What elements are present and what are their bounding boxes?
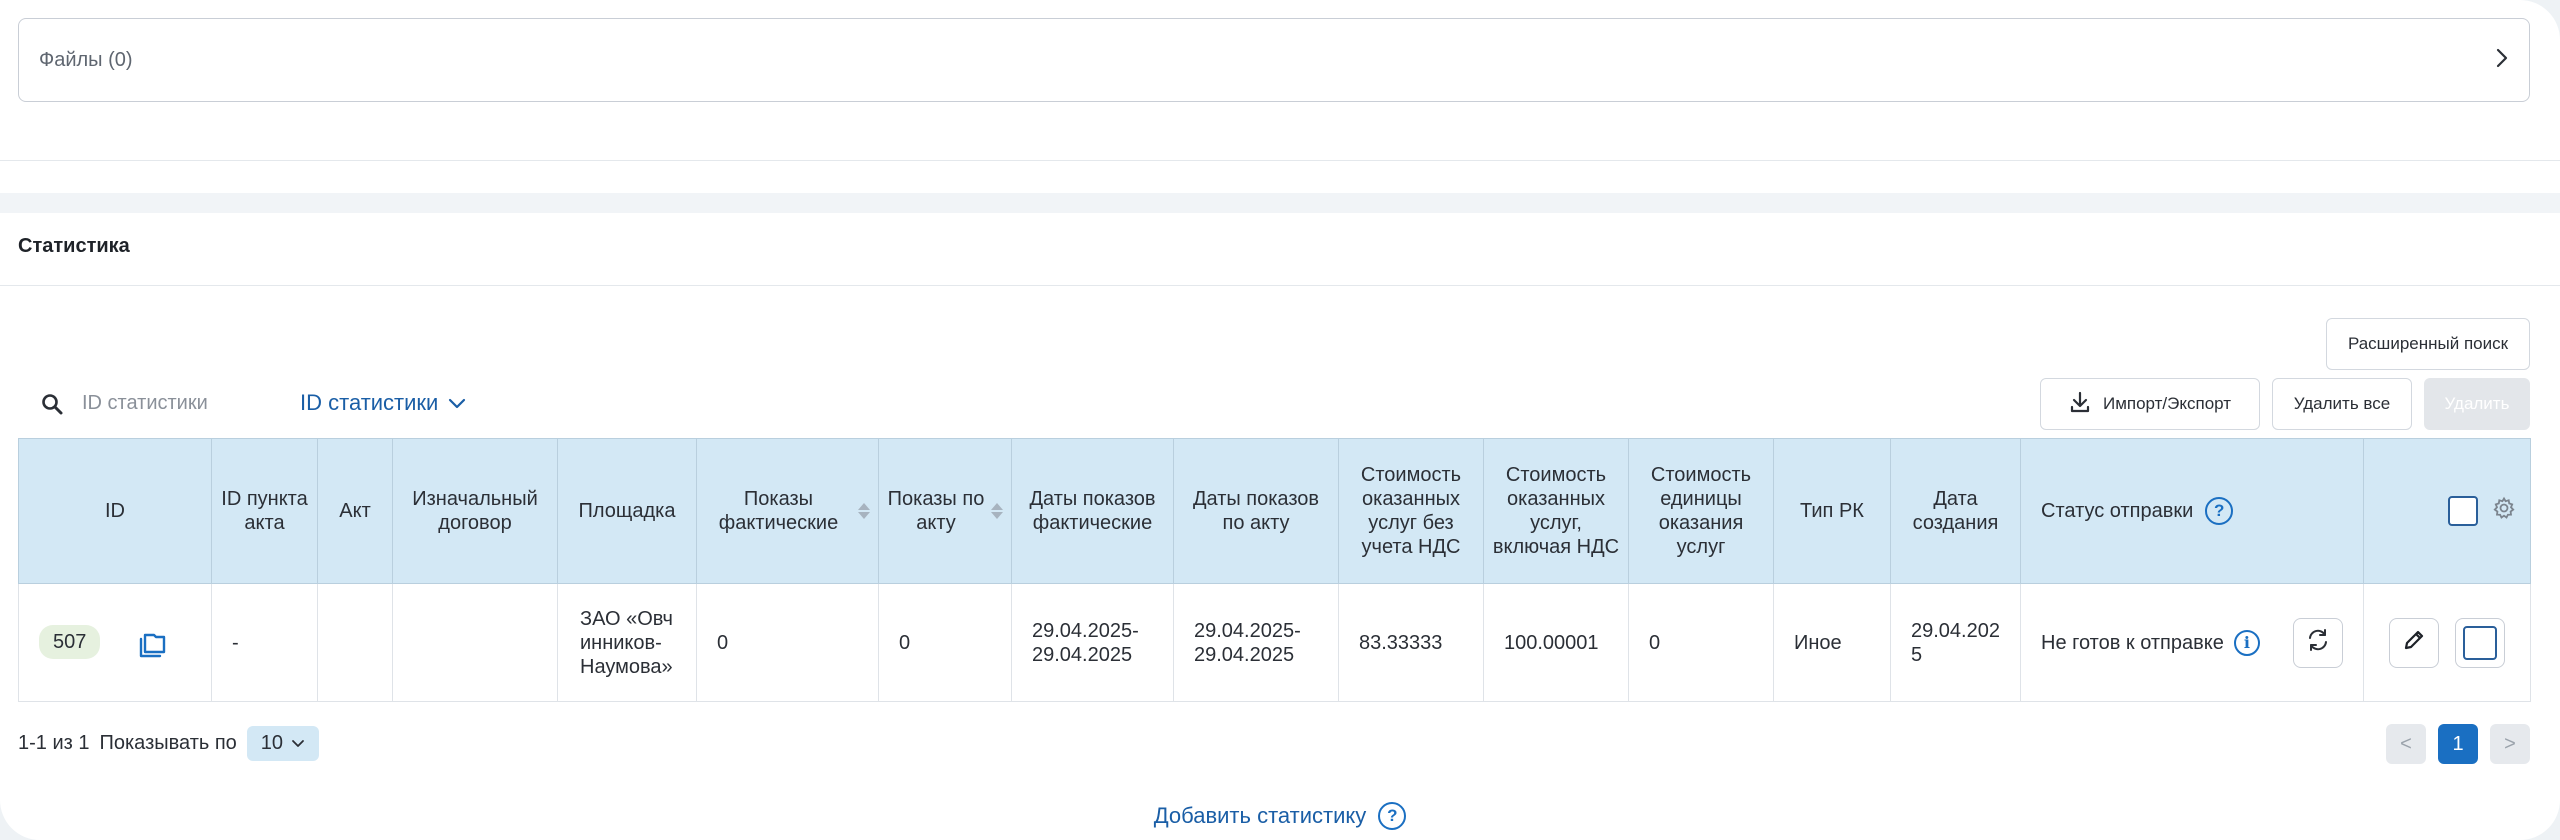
cell-cost-with-vat: 100.00001 — [1483, 583, 1629, 702]
cell-created-date: 29.04.2025 — [1890, 583, 2021, 702]
cell-id: 507 — [18, 583, 212, 702]
column-header-campaign-type[interactable]: Тип РК — [1773, 438, 1891, 584]
page-button[interactable]: 1 — [2438, 724, 2478, 764]
range-text: 1-1 из 1 — [18, 732, 90, 754]
import-export-button[interactable]: Импорт/Экспорт — [2040, 378, 2260, 430]
cell-dates-actual: 29.04.2025-29.04.2025 — [1011, 583, 1174, 702]
cell-original-contract — [392, 583, 558, 702]
id-badge[interactable]: 507 — [39, 625, 101, 660]
help-icon[interactable]: ? — [2205, 497, 2234, 525]
pagination-info: 1-1 из 1 Показывать по 10 — [18, 726, 320, 761]
cell-act-item-id: - — [211, 583, 318, 702]
search-input[interactable] — [82, 386, 282, 420]
advanced-search-button[interactable]: Расширенный поиск — [2326, 318, 2530, 370]
column-header-act[interactable]: Акт — [317, 438, 393, 584]
pagination-controls: < 1 > — [2386, 724, 2530, 764]
search-field-select[interactable]: ID статистики — [300, 386, 466, 420]
help-icon[interactable]: ? — [1378, 802, 1407, 830]
divider — [0, 285, 2560, 286]
column-header-id[interactable]: ID — [18, 438, 212, 584]
page: Файлы (0) Статистика Расширенный поиск I… — [0, 0, 2560, 840]
row-checkbox[interactable] — [2462, 625, 2497, 660]
column-header-impressions-act[interactable]: Показы по акту — [878, 438, 1012, 584]
chevron-right-icon — [2495, 45, 2509, 76]
sort-icon[interactable] — [991, 503, 1003, 519]
pencil-icon — [2402, 628, 2426, 658]
column-header-dates-actual[interactable]: Даты показов фактические — [1011, 438, 1174, 584]
cell-impressions-act: 0 — [878, 583, 1012, 702]
add-statistics-row: Добавить статистику ? — [0, 802, 2560, 830]
column-header-actions — [2363, 438, 2531, 584]
sort-icon[interactable] — [858, 503, 870, 519]
cell-cost-no-vat: 83.33333 — [1338, 583, 1484, 702]
select-all-checkbox[interactable] — [2448, 496, 2479, 526]
column-label: Показы фактические — [718, 488, 839, 534]
chevron-down-icon — [448, 390, 466, 416]
next-page-button[interactable]: > — [2490, 724, 2530, 764]
cell-campaign-type: Иное — [1773, 583, 1891, 702]
per-page-label: Показывать по — [99, 732, 237, 754]
prev-page-button[interactable]: < — [2386, 724, 2426, 764]
cell-act — [317, 583, 393, 702]
delete-all-button[interactable]: Удалить все — [2272, 378, 2412, 430]
delete-button[interactable]: Удалить — [2424, 378, 2530, 430]
divider — [0, 160, 2560, 161]
search-icon — [40, 392, 64, 416]
cell-dates-act: 29.04.2025-29.04.2025 — [1173, 583, 1339, 702]
cell-impressions-actual: 0 — [696, 583, 879, 702]
files-section[interactable]: Файлы (0) — [18, 18, 2530, 102]
statistics-table: ID ID пункта акта Акт Изначальный догово… — [18, 438, 2531, 702]
column-label: Показы по акту — [887, 488, 985, 534]
add-statistics-link[interactable]: Добавить статистику — [1154, 803, 1367, 829]
table-header-row: ID ID пункта акта Акт Изначальный догово… — [18, 438, 2531, 584]
copy-icon[interactable] — [136, 626, 170, 660]
row-select-button[interactable] — [2454, 617, 2505, 668]
section-gap — [0, 193, 2560, 213]
cell-unit-cost: 0 — [1628, 583, 1774, 702]
chevron-down-icon — [291, 732, 305, 755]
column-header-cost-with-vat[interactable]: Стоимость оказанных услуг, включая НДС — [1483, 438, 1629, 584]
column-label: Статус отправки — [2041, 500, 2194, 522]
column-header-act-item-id[interactable]: ID пункта акта — [211, 438, 318, 584]
column-header-impressions-actual[interactable]: Показы фактические — [696, 438, 879, 584]
column-header-unit-cost[interactable]: Стоимость единицы оказания услуг — [1628, 438, 1774, 584]
cell-status: Не готов к отправке i — [2020, 583, 2364, 702]
section-title: Статистика — [18, 235, 130, 257]
status-text: Не готов к отправке — [2041, 631, 2224, 654]
edit-button[interactable] — [2389, 617, 2440, 668]
per-page-value: 10 — [260, 732, 284, 754]
table-row: 507 - ЗАО «Овчинников-Наумова» 0 0 29.04… — [18, 583, 2531, 702]
cell-actions — [2363, 583, 2531, 702]
column-header-cost-no-vat[interactable]: Стоимость оказанных услуг без учета НДС — [1338, 438, 1484, 584]
column-header-platform[interactable]: Площадка — [557, 438, 697, 584]
column-header-status[interactable]: Статус отправки? — [2020, 438, 2364, 584]
column-header-dates-act[interactable]: Даты показов по акту — [1173, 438, 1339, 584]
search-field-label: ID статистики — [300, 390, 439, 415]
download-icon — [2069, 390, 2091, 419]
info-icon[interactable]: i — [2233, 629, 2260, 656]
cell-platform: ЗАО «Овчинников-Наумова» — [557, 583, 697, 702]
import-export-label: Импорт/Экспорт — [2102, 394, 2232, 413]
column-header-created-date[interactable]: Дата создания — [1890, 438, 2021, 584]
refresh-button[interactable] — [2293, 617, 2343, 668]
files-label: Файлы (0) — [39, 48, 133, 71]
gear-icon[interactable] — [2492, 496, 2516, 526]
refresh-icon — [2305, 627, 2331, 659]
column-header-original-contract[interactable]: Изначальный договор — [392, 438, 558, 584]
per-page-select[interactable]: 10 — [246, 726, 320, 761]
